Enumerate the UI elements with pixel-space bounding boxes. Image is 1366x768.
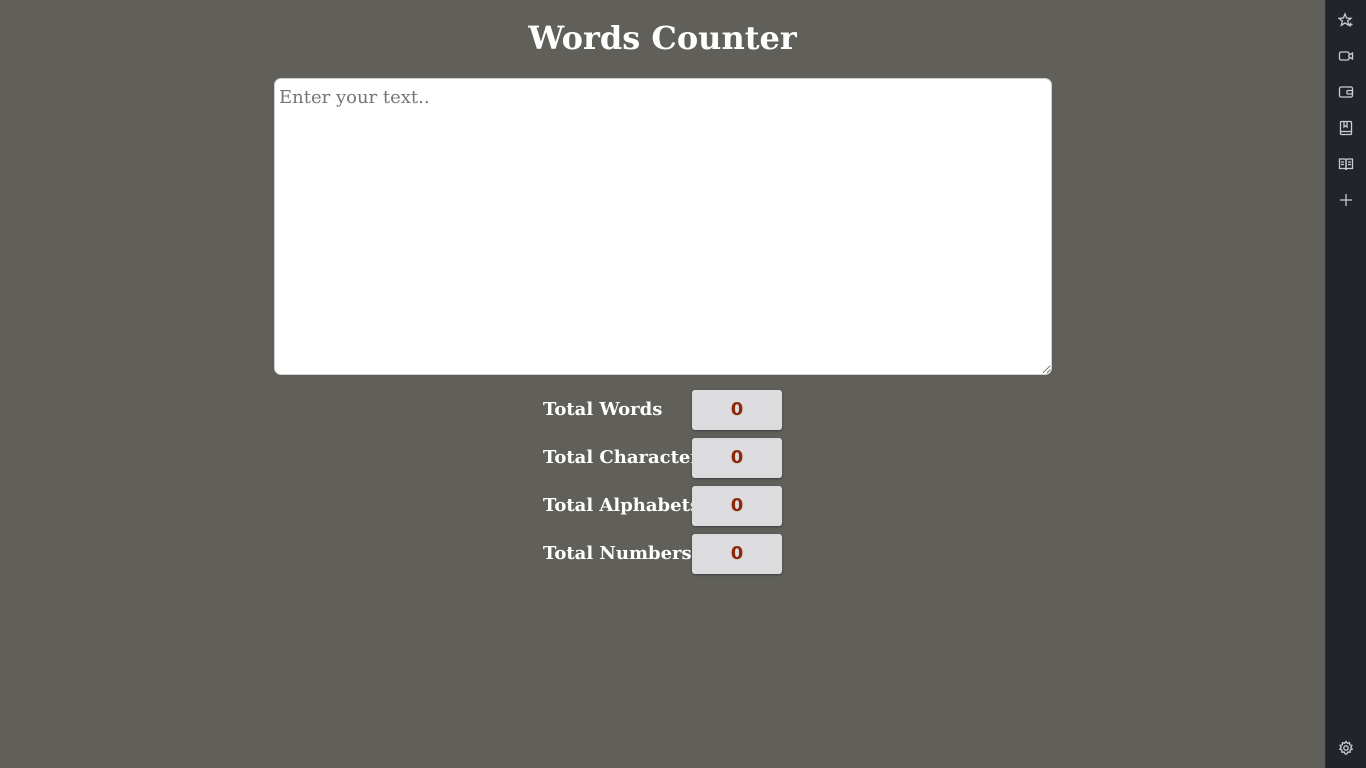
stat-value: 0	[692, 390, 782, 430]
wallet-icon[interactable]	[1336, 82, 1356, 102]
stat-value: 0	[692, 438, 782, 478]
stat-label: Total Numbers	[543, 543, 692, 564]
stat-total-alphabets: Total Alphabets 0	[543, 486, 783, 526]
stat-value: 0	[692, 486, 782, 526]
stat-total-numbers: Total Numbers 0	[543, 534, 783, 574]
stat-value: 0	[692, 534, 782, 574]
video-camera-icon[interactable]	[1336, 46, 1356, 66]
stat-total-characters: Total Characters 0	[543, 438, 783, 478]
stats-panel: Total Words 0 Total Characters 0 Total A…	[543, 390, 783, 582]
main-content: Words Counter Total Words 0 Total Charac…	[0, 0, 1325, 768]
page-title: Words Counter	[528, 19, 797, 57]
plus-icon[interactable]	[1336, 190, 1356, 210]
stat-label: Total Characters	[543, 447, 710, 468]
stat-label: Total Words	[543, 399, 663, 420]
text-input[interactable]	[274, 78, 1052, 375]
sparkle-star-icon[interactable]	[1336, 10, 1356, 30]
browser-sidebar	[1325, 0, 1366, 768]
stat-total-words: Total Words 0	[543, 390, 783, 430]
reading-book-icon[interactable]	[1336, 154, 1356, 174]
gear-icon[interactable]	[1336, 738, 1356, 758]
bookmark-book-icon[interactable]	[1336, 118, 1356, 138]
stat-label: Total Alphabets	[543, 495, 701, 516]
